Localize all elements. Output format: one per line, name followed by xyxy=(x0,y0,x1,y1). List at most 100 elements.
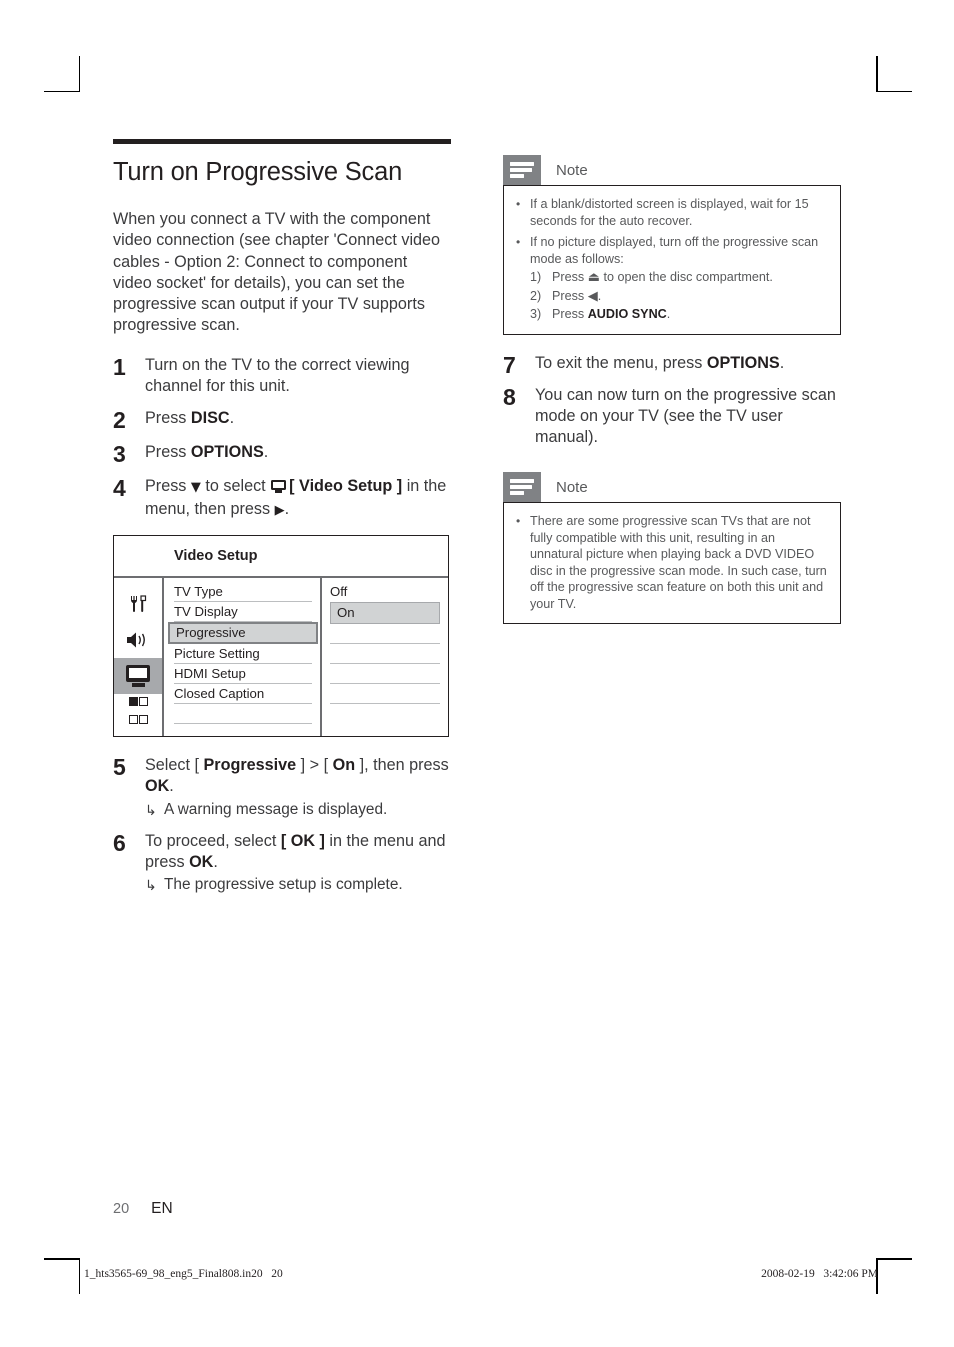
note-text: If no picture displayed, turn off the pr… xyxy=(530,235,819,266)
note-bullet: • If a blank/distorted screen is display… xyxy=(516,196,828,229)
note-tab: Note xyxy=(503,472,841,503)
note-sub-item: 1) Press ⏏ to open the disc compartment. xyxy=(530,269,828,287)
step-pre: To exit the menu, press xyxy=(535,353,707,372)
osd-item-closed-caption[interactable]: Closed Caption xyxy=(174,684,312,704)
osd-title-bar: Video Setup xyxy=(114,536,448,578)
tv-icon xyxy=(271,480,287,494)
sub-index: 2) xyxy=(530,288,542,303)
step-2: 2 Press DISC. xyxy=(113,407,451,434)
arrow-left-icon: ◀ xyxy=(587,288,598,304)
steps-list-left-cont: 5 Select [ Progressive ] > [ On ], then … xyxy=(113,755,451,895)
osd-value-off[interactable]: Off xyxy=(330,582,440,602)
osd-value-on[interactable]: On xyxy=(330,601,440,624)
note-box-top: Note • If a blank/distorted screen is di… xyxy=(503,155,841,335)
step-5: 5 Select [ Progressive ] > [ On ], then … xyxy=(113,755,451,820)
osd-value-empty-1 xyxy=(330,624,440,644)
osd-grid-icon[interactable] xyxy=(114,694,162,730)
note-box-bottom: Note • There are some progressive scan T… xyxy=(503,472,841,625)
page-number: 20 xyxy=(113,1201,130,1217)
key-ok: OK xyxy=(145,777,170,796)
speaker-icon-svg xyxy=(127,632,145,648)
menu-ok: [ OK ] xyxy=(280,831,325,850)
step-text: Press ▼ to select [ Video Setup ] in the… xyxy=(145,476,451,521)
step-1: 1 Turn on the TV to the correct viewing … xyxy=(113,355,451,398)
step-number: 4 xyxy=(113,475,126,502)
step-pre: Press xyxy=(145,477,191,496)
grid-icon xyxy=(128,694,148,730)
osd-speaker-icon[interactable] xyxy=(114,622,162,658)
osd-item-picture-setting[interactable]: Picture Setting xyxy=(174,644,312,664)
step-end: . xyxy=(284,499,290,518)
key-disc: DISC xyxy=(190,409,230,428)
note-tab: Note xyxy=(503,155,841,185)
osd-tools-icon[interactable] xyxy=(114,586,162,622)
sub-text: Press ◀. xyxy=(552,288,601,306)
note-bullet-list: • There are some progressive scan TVs th… xyxy=(516,513,828,612)
step-mid: ] > [ xyxy=(296,755,333,774)
tools-icon-svg xyxy=(131,595,147,612)
eject-icon: ⏏ xyxy=(587,270,600,285)
step-text: Turn on the TV to the correct viewing ch… xyxy=(145,355,410,396)
note-body: • There are some progressive scan TVs th… xyxy=(503,502,841,625)
arrow-down-icon: ▼ xyxy=(190,480,201,496)
note-text: There are some progressive scan TVs that… xyxy=(530,514,827,611)
right-column: Note • If a blank/distorted screen is di… xyxy=(503,155,841,625)
note-sub-item: 2) Press ◀. xyxy=(530,288,828,306)
key-options: OPTIONS xyxy=(190,443,264,462)
menu-on: On xyxy=(332,755,356,774)
osd-item-progressive[interactable]: Progressive xyxy=(168,621,318,644)
step-post: ], then press xyxy=(355,755,449,774)
step-pre: Press xyxy=(145,409,191,428)
steps-list-right: 7 To exit the menu, press OPTIONS. 8 You… xyxy=(503,353,841,449)
step-text: To exit the menu, press OPTIONS. xyxy=(535,353,841,374)
osd-item-tv-type[interactable]: TV Type xyxy=(174,582,312,602)
step-3: 3 Press OPTIONS. xyxy=(113,442,451,466)
step-pre: To proceed, select xyxy=(145,831,281,850)
note-label: Note xyxy=(556,161,588,179)
step-mid: to select xyxy=(200,477,271,496)
step-8: 8 You can now turn on the progressive sc… xyxy=(503,385,841,449)
key-options: OPTIONS xyxy=(706,353,780,372)
sub-pre: Press xyxy=(552,288,588,303)
result-arrow-icon: ↳ xyxy=(145,801,157,818)
sub-index: 1) xyxy=(530,270,542,284)
step-number: 7 xyxy=(503,351,516,378)
osd-value-empty-3 xyxy=(330,664,440,684)
step-7: 7 To exit the menu, press OPTIONS. xyxy=(503,353,841,376)
step-pre: Press xyxy=(145,443,191,462)
step-number: 1 xyxy=(113,353,126,380)
osd-item-list: TV Type TV Display Progressive Picture S… xyxy=(164,578,320,736)
result-text: The progressive setup is complete. xyxy=(164,876,403,894)
steps-list-left: 1 Turn on the TV to the correct viewing … xyxy=(113,355,451,521)
press-timestamp: 2008-02-19 3:42:06 PM xyxy=(761,1268,878,1280)
step-number: 8 xyxy=(503,383,516,410)
step-6-result: ↳ The progressive setup is complete. xyxy=(145,875,451,895)
osd-item-hdmi-setup[interactable]: HDMI Setup xyxy=(174,664,312,684)
step-post: . xyxy=(229,409,235,428)
step-number: 2 xyxy=(113,407,126,434)
crop-mark-top-left xyxy=(44,56,80,92)
note-text-group: If no picture displayed, turn off the pr… xyxy=(530,234,828,323)
note-sub-item: 3) Press AUDIO SYNC. xyxy=(530,306,828,323)
osd-item-tv-display[interactable]: TV Display xyxy=(174,602,312,622)
key-ok: OK xyxy=(189,852,214,871)
step-6: 6 To proceed, select [ OK ] in the menu … xyxy=(113,831,451,896)
sub-pre: Press xyxy=(552,270,588,284)
left-column: Turn on Progressive Scan When you connec… xyxy=(113,139,451,906)
osd-tv-icon[interactable] xyxy=(114,657,162,694)
crop-mark-bottom-right xyxy=(876,1258,912,1294)
intro-paragraph: When you connect a TV with the component… xyxy=(113,210,441,335)
step-4: 4 Press ▼ to select [ Video Setup ] in t… xyxy=(113,476,451,521)
osd-value-empty-4 xyxy=(330,684,440,704)
note-bullet: • There are some progressive scan TVs th… xyxy=(516,513,828,612)
menu-video-setup: [ Video Setup ] xyxy=(289,477,403,496)
crop-mark-top-right xyxy=(876,56,912,92)
osd-value-empty-2 xyxy=(330,644,440,664)
tv-icon xyxy=(126,665,150,687)
osd-title: Video Setup xyxy=(174,547,258,564)
arrow-right-icon: ▶ xyxy=(274,502,285,518)
note-text: If a blank/distorted screen is displayed… xyxy=(530,197,809,228)
sub-index: 3) xyxy=(530,307,542,321)
step-text: Press DISC. xyxy=(145,408,451,429)
sub-post: . xyxy=(597,288,602,303)
